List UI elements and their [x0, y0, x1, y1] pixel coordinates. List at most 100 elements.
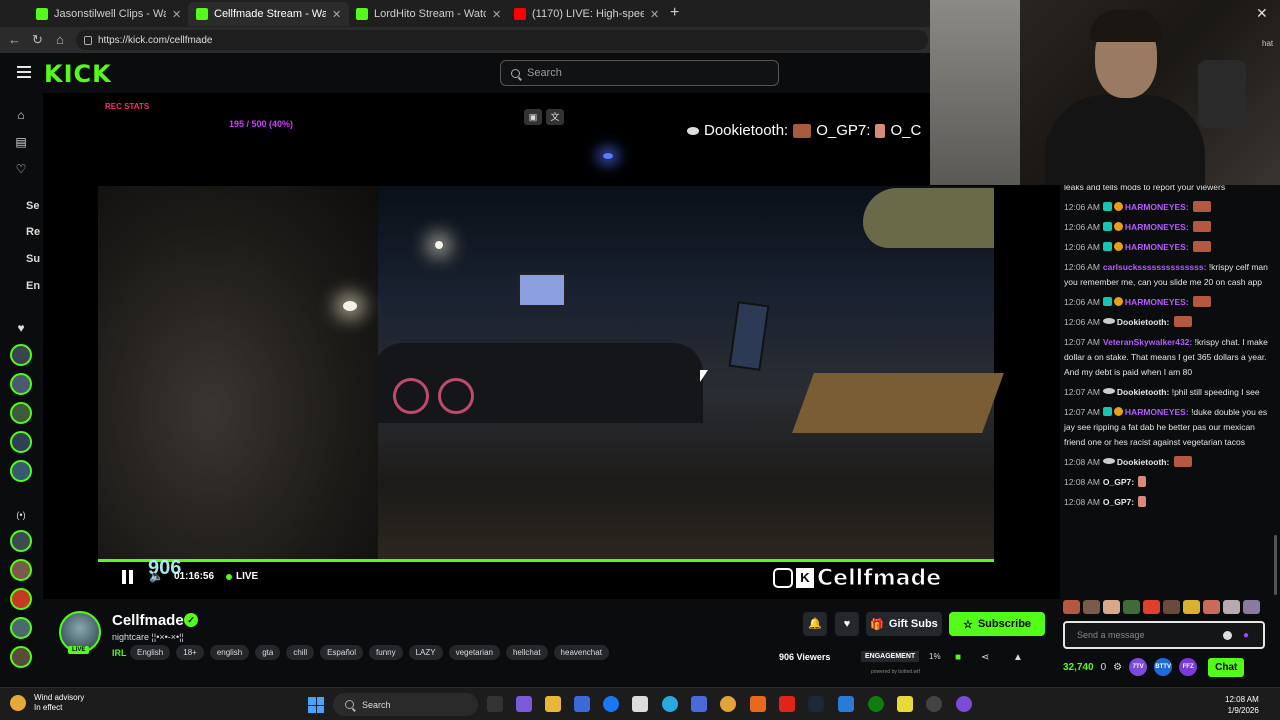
settings-gear-icon[interactable]: ⚙	[1113, 662, 1122, 673]
obs-icon[interactable]	[956, 696, 972, 712]
followed-channel-avatar[interactable]	[10, 373, 32, 395]
send-icon[interactable]: ●	[1243, 631, 1252, 641]
tag-chip[interactable]: gta	[255, 645, 281, 660]
system-clock[interactable]: 12:08 AM 1/9/2026	[1225, 694, 1259, 716]
close-icon[interactable]: ✕	[1256, 5, 1268, 22]
recommended-channel-avatar[interactable]	[10, 559, 32, 581]
theatre-mode-icon[interactable]: ▣	[524, 109, 542, 125]
chat-username[interactable]: VeteranSkywalker432:	[1103, 337, 1192, 347]
steam-icon[interactable]	[808, 696, 824, 712]
store-icon[interactable]	[574, 696, 590, 712]
chat-input[interactable]: Send a message ●	[1063, 621, 1265, 649]
subscribe-button[interactable]: ☆ Subscribe	[949, 612, 1045, 636]
emote-icon[interactable]	[1163, 600, 1180, 614]
chat-username[interactable]: Dookietooth:	[1117, 387, 1169, 397]
followed-channel-avatar[interactable]	[10, 402, 32, 424]
file-explorer-icon[interactable]	[545, 696, 561, 712]
tag-chip[interactable]: english	[209, 645, 250, 660]
tag-chip[interactable]: LAZY	[408, 645, 443, 660]
translate-icon[interactable]: 文	[546, 109, 564, 125]
tab-jasonstilwell[interactable]: Jasonstilwell Clips - Watch Live on ✕	[28, 2, 189, 26]
7tv-icon[interactable]: 7TV	[1129, 658, 1148, 676]
chat-username[interactable]: O_GP7:	[1103, 477, 1134, 487]
tag-chip[interactable]: English	[130, 645, 171, 660]
recommended-channel-avatar[interactable]	[10, 588, 32, 610]
settings-icon[interactable]	[926, 696, 942, 712]
channel-points[interactable]: 32,740	[1063, 662, 1094, 673]
follow-heart-icon[interactable]: ♥	[835, 612, 859, 636]
taskbar-search[interactable]: Search	[333, 693, 478, 716]
heart-icon[interactable]: ♡	[14, 162, 28, 176]
emote-icon[interactable]	[1183, 600, 1200, 614]
tag-chip[interactable]: funny	[369, 645, 403, 660]
calculator-icon[interactable]	[691, 696, 707, 712]
kick-logo[interactable]: KICK	[44, 60, 112, 88]
chat-button[interactable]: Chat	[1208, 657, 1245, 677]
emote-icon[interactable]	[1143, 600, 1160, 614]
tag-chip[interactable]: vegetarian	[448, 645, 500, 660]
emote-icon[interactable]	[1063, 600, 1080, 614]
chat-username[interactable]: Dookietooth:	[1117, 457, 1169, 467]
emote-icon[interactable]	[1103, 600, 1120, 614]
menu-icon[interactable]	[17, 66, 31, 78]
pause-icon[interactable]	[122, 570, 136, 584]
search-input[interactable]: Search	[500, 60, 779, 86]
chat-scrollbar[interactable]	[1274, 535, 1277, 595]
emoji-icon[interactable]	[1223, 631, 1232, 640]
url-field[interactable]: https://kick.com/cellfmade	[76, 30, 928, 50]
tab-lordhito[interactable]: LordHito Stream - Watch Live ✕	[348, 2, 509, 26]
chrome-icon[interactable]	[720, 696, 736, 712]
close-tab-icon[interactable]: ✕	[650, 8, 659, 21]
copilot-icon[interactable]	[516, 696, 532, 712]
followed-channel-avatar[interactable]	[10, 344, 32, 366]
sidebar-label[interactable]: Re	[26, 226, 40, 238]
tab-cellfmade[interactable]: Cellfmade Stream - Watch Live ✕	[188, 2, 350, 26]
reload-icon[interactable]: ↻	[32, 32, 43, 48]
home-icon[interactable]: ⌂	[14, 108, 28, 122]
share-icon[interactable]: ⋖	[981, 652, 989, 663]
volume-icon[interactable]: 🔈	[149, 569, 164, 583]
streamer-name[interactable]: Cellfmade	[112, 612, 184, 629]
sidebar-label[interactable]: Su	[26, 253, 40, 265]
chat-username[interactable]: HARMONEYES:	[1125, 202, 1189, 212]
home-icon[interactable]: ⌂	[56, 32, 64, 47]
back-icon[interactable]: ←	[8, 32, 21, 47]
chat-username[interactable]: HARMONEYES:	[1125, 297, 1189, 307]
chat-username[interactable]: Dookietooth:	[1117, 317, 1169, 327]
tag-chip[interactable]: hellchat	[505, 645, 548, 660]
followed-channel-avatar[interactable]	[10, 460, 32, 482]
close-tab-icon[interactable]: ✕	[172, 8, 181, 21]
facebook-icon[interactable]	[603, 696, 619, 712]
tag-chip[interactable]: heavenchat	[553, 645, 609, 660]
tab-youtube[interactable]: (1170) LIVE: High-speed p ✕	[506, 2, 667, 26]
tag-chip[interactable]: chill	[286, 645, 315, 660]
xbox-icon[interactable]	[868, 696, 884, 712]
windows-start-icon[interactable]	[308, 697, 324, 713]
app-icon[interactable]	[838, 696, 854, 712]
emote-icon[interactable]	[1123, 600, 1140, 614]
chat-username[interactable]: carlsuckssssssssssssss:	[1103, 262, 1207, 272]
task-view-icon[interactable]	[487, 696, 503, 712]
sidebar-label[interactable]: En	[26, 280, 40, 292]
weather-widget[interactable]: Wind advisory In effect	[10, 693, 84, 713]
youtube-icon[interactable]	[779, 696, 795, 712]
vlc-icon[interactable]	[750, 696, 766, 712]
category-link[interactable]: IRL	[112, 648, 127, 658]
recommended-channel-avatar[interactable]	[10, 646, 32, 668]
tag-chip[interactable]: 18+	[176, 645, 204, 660]
report-icon[interactable]: ▲	[1013, 652, 1023, 663]
sidebar-label[interactable]: Se	[26, 200, 39, 212]
bttv-icon[interactable]: BTTV	[1154, 658, 1173, 676]
recommended-channel-avatar[interactable]	[10, 530, 32, 552]
notes-icon[interactable]	[897, 696, 913, 712]
followed-channel-avatar[interactable]	[10, 431, 32, 453]
chat-username[interactable]: HARMONEYES:	[1125, 222, 1189, 232]
tag-chip[interactable]: Español	[320, 645, 364, 660]
browse-icon[interactable]: ▤	[14, 135, 28, 149]
emote-icon[interactable]	[1203, 600, 1220, 614]
close-tab-icon[interactable]: ✕	[332, 8, 341, 21]
close-tab-icon[interactable]: ✕	[492, 8, 501, 21]
new-tab-icon[interactable]: +	[670, 4, 679, 22]
edge-icon[interactable]	[662, 696, 678, 712]
chat-username[interactable]: HARMONEYES:	[1125, 407, 1189, 417]
